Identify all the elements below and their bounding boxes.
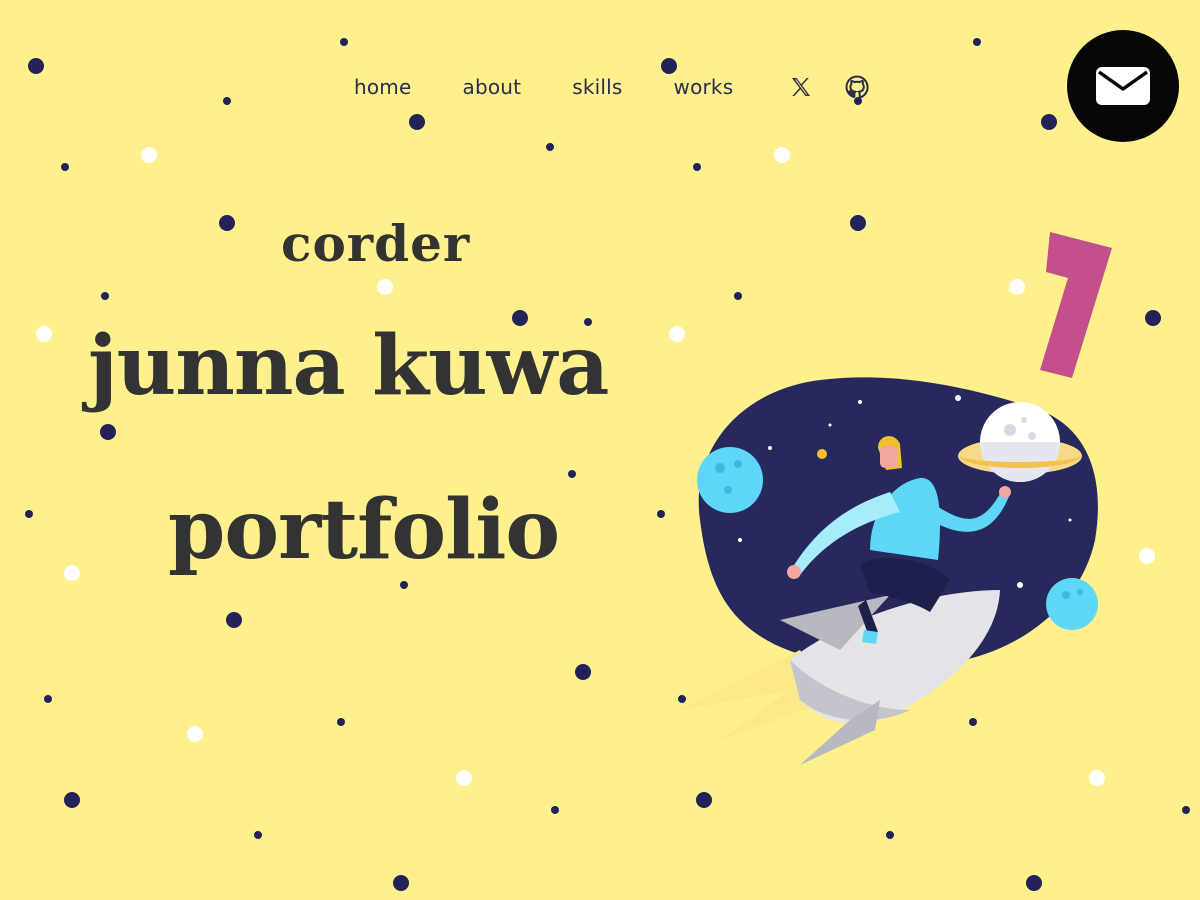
social-links bbox=[789, 75, 901, 99]
mail-icon bbox=[1096, 67, 1150, 105]
x-icon[interactable] bbox=[789, 75, 813, 99]
hero-subtitle: corder bbox=[281, 214, 471, 273]
top-nav: home about skills works bbox=[354, 72, 901, 102]
nav-works[interactable]: works bbox=[674, 75, 734, 99]
astronaut-rocket-illustration bbox=[680, 232, 1112, 765]
mail-button[interactable] bbox=[1067, 30, 1179, 142]
hero-name: junna kuwa bbox=[88, 318, 609, 414]
github-icon[interactable] bbox=[845, 75, 869, 99]
nav-about[interactable]: about bbox=[463, 75, 522, 99]
hero-title: portfolio bbox=[168, 482, 560, 578]
nav-skills[interactable]: skills bbox=[572, 75, 622, 99]
nav-home[interactable]: home bbox=[354, 75, 412, 99]
